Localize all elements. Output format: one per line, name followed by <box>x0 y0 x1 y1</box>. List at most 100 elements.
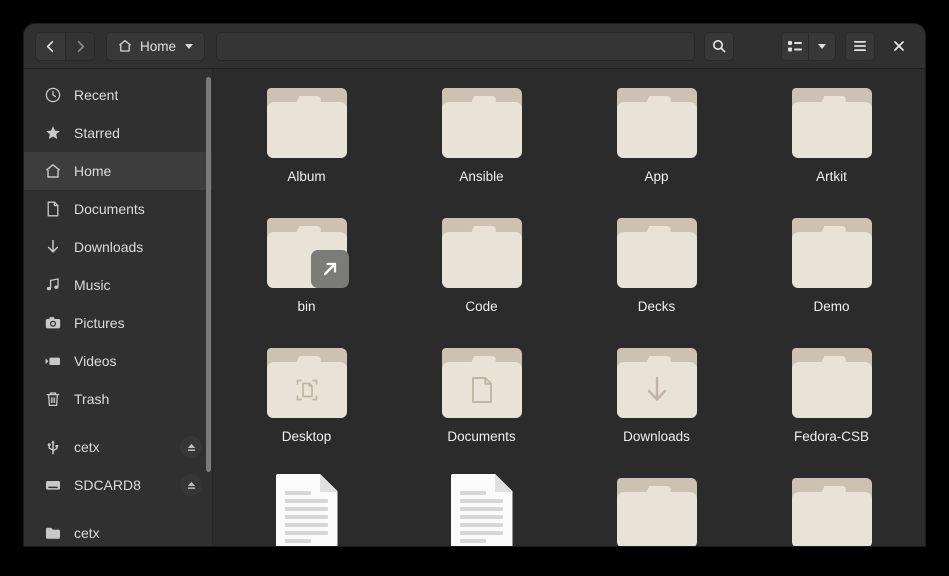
sidebar-item-pictures[interactable]: Pictures <box>24 304 212 342</box>
sidebar-item-sdcard8[interactable]: SDCARD8 <box>24 466 212 504</box>
file-item[interactable]: Album <box>219 83 394 213</box>
file-item-label: Documents <box>447 429 515 444</box>
file-item[interactable]: Code <box>394 213 569 343</box>
file-view[interactable]: Album Ansible App Artkit bin CodeDecks Demo Des… <box>213 69 925 546</box>
folder-icon <box>789 213 875 293</box>
sidebar-item-downloads[interactable]: Downloads <box>24 228 212 266</box>
sidebar-item-trash[interactable]: Trash <box>24 380 212 418</box>
camera-icon <box>44 314 62 332</box>
file-item[interactable] <box>569 473 744 546</box>
folder-icon <box>789 473 875 546</box>
file-item-label: Downloads <box>623 429 690 444</box>
home-icon <box>117 38 133 54</box>
sidebar: Recent Starred Home Documents Downloads Music… <box>24 69 213 546</box>
sidebar-item-cetx[interactable]: cetx <box>24 428 212 466</box>
folder-icon <box>789 83 875 163</box>
header-right-controls <box>781 32 914 61</box>
back-button[interactable] <box>35 32 65 61</box>
file-item-label: App <box>644 169 668 184</box>
file-item[interactable]: Artkit <box>744 83 919 213</box>
view-options-dropdown-button[interactable] <box>809 33 835 60</box>
file-item-label: Fedora-CSB <box>794 429 869 444</box>
file-item-label: Artkit <box>816 169 847 184</box>
navigation-button-group <box>35 32 95 61</box>
chevron-down-icon <box>183 40 195 52</box>
chevron-right-icon <box>73 39 88 54</box>
download-icon <box>44 238 62 256</box>
music-note-icon <box>44 276 62 294</box>
chevron-left-icon <box>43 39 58 54</box>
sidebar-item-starred[interactable]: Starred <box>24 114 212 152</box>
sidebar-item-music[interactable]: Music <box>24 266 212 304</box>
sidebar-item-label: Home <box>74 163 111 179</box>
folder-icon <box>439 213 525 293</box>
folder-icon <box>264 213 350 293</box>
video-icon <box>44 352 62 370</box>
search-icon <box>711 38 727 54</box>
forward-button[interactable] <box>65 32 95 61</box>
sidebar-item-label: Starred <box>74 125 120 141</box>
file-item-label: bin <box>297 299 315 314</box>
path-bar-label: Home <box>140 39 176 54</box>
usb-drive-icon <box>44 438 62 456</box>
file-item[interactable]: Ansible <box>394 83 569 213</box>
file-item[interactable]: Documents <box>394 343 569 473</box>
file-item-label: Album <box>287 169 325 184</box>
location-search-input[interactable] <box>216 32 695 61</box>
file-manager-window: Home <box>24 24 925 546</box>
sidebar-item-label: Music <box>74 277 111 293</box>
file-item-label: Ansible <box>459 169 503 184</box>
sidebar-item-label: SDCARD8 <box>74 477 141 493</box>
sidebar-item-recent[interactable]: Recent <box>24 76 212 114</box>
file-item[interactable]: bin <box>219 213 394 343</box>
file-item[interactable]: App <box>569 83 744 213</box>
folder-icon <box>44 524 62 542</box>
trash-icon <box>44 390 62 408</box>
sidebar-scrollbar[interactable] <box>206 77 211 472</box>
text-document-icon <box>264 473 350 546</box>
window-body: Recent Starred Home Documents Downloads Music… <box>24 69 925 546</box>
hamburger-menu-icon <box>852 39 868 53</box>
sidebar-item-home[interactable]: Home <box>24 152 212 190</box>
folder-icon <box>614 213 700 293</box>
close-window-button[interactable] <box>884 32 914 61</box>
sidebar-separator <box>24 504 212 514</box>
folder-icon <box>264 343 350 423</box>
download-glyph <box>617 362 697 418</box>
sidebar-item-cetx[interactable]: cetx <box>24 514 212 546</box>
file-item[interactable] <box>219 473 394 546</box>
file-item-label: Desktop <box>282 429 332 444</box>
file-item[interactable]: Decks <box>569 213 744 343</box>
file-item[interactable]: Demo <box>744 213 919 343</box>
file-item[interactable]: Fedora-CSB <box>744 343 919 473</box>
close-icon <box>892 39 906 53</box>
clock-icon <box>44 86 62 104</box>
sidebar-item-documents[interactable]: Documents <box>24 190 212 228</box>
sidebar-item-label: Pictures <box>74 315 125 331</box>
star-icon <box>44 124 62 142</box>
sidebar-item-label: Downloads <box>74 239 143 255</box>
file-item[interactable] <box>744 473 919 546</box>
file-item-label: Demo <box>813 299 849 314</box>
file-item[interactable]: Downloads <box>569 343 744 473</box>
folder-icon <box>614 473 700 546</box>
folder-icon <box>614 343 700 423</box>
sidebar-item-label: Videos <box>74 353 117 369</box>
sidebar-item-label: cetx <box>74 525 100 541</box>
file-item[interactable]: Desktop <box>219 343 394 473</box>
eject-icon[interactable] <box>180 474 202 496</box>
main-menu-button[interactable] <box>845 32 875 61</box>
sidebar-item-label: Documents <box>74 201 145 217</box>
sidebar-list: Recent Starred Home Documents Downloads Music… <box>24 76 212 546</box>
file-grid: Album Ansible App Artkit bin CodeDecks Demo Des… <box>213 69 925 546</box>
eject-icon[interactable] <box>180 436 202 458</box>
view-mode-split-button <box>781 32 836 61</box>
search-button[interactable] <box>704 32 734 61</box>
sidebar-item-videos[interactable]: Videos <box>24 342 212 380</box>
sidebar-item-label: cetx <box>74 439 100 455</box>
desktop-glyph <box>267 362 347 418</box>
chevron-down-icon <box>816 40 828 52</box>
view-mode-button[interactable] <box>782 33 809 60</box>
file-item[interactable] <box>394 473 569 546</box>
path-bar-home-button[interactable]: Home <box>106 32 205 61</box>
